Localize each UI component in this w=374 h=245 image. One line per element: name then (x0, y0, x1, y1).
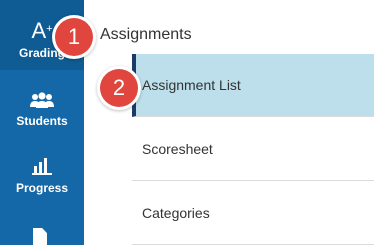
menu-item-label: Categories (142, 204, 210, 221)
sidebar-item-students[interactable]: Students (0, 92, 84, 128)
sidebar-item-progress[interactable]: Progress (0, 157, 84, 195)
menu-item-label: Assignment List (142, 77, 241, 93)
sidebar-item-label: Progress (15, 181, 69, 195)
callout-badge-1: 1 (55, 18, 93, 56)
menu-item-assignment-list[interactable]: Assignment List (132, 54, 374, 117)
document-icon[interactable] (33, 228, 47, 245)
menu-item-label: Scoresheet (142, 140, 213, 157)
menu-item-categories[interactable]: Categories (132, 181, 374, 245)
callout-badge-2: 2 (100, 69, 138, 107)
submenu: Assignment List Scoresheet Categories (132, 54, 374, 245)
grading-icon: A+ (31, 18, 53, 43)
menu-item-scoresheet[interactable]: Scoresheet (132, 117, 374, 181)
main-panel: Assignments Assignment List Scoresheet C… (84, 0, 374, 245)
progress-chart-icon (32, 158, 52, 175)
sidebar-item-label: Students (16, 114, 68, 128)
section-heading: Assignments (100, 26, 192, 43)
students-icon (30, 92, 54, 108)
